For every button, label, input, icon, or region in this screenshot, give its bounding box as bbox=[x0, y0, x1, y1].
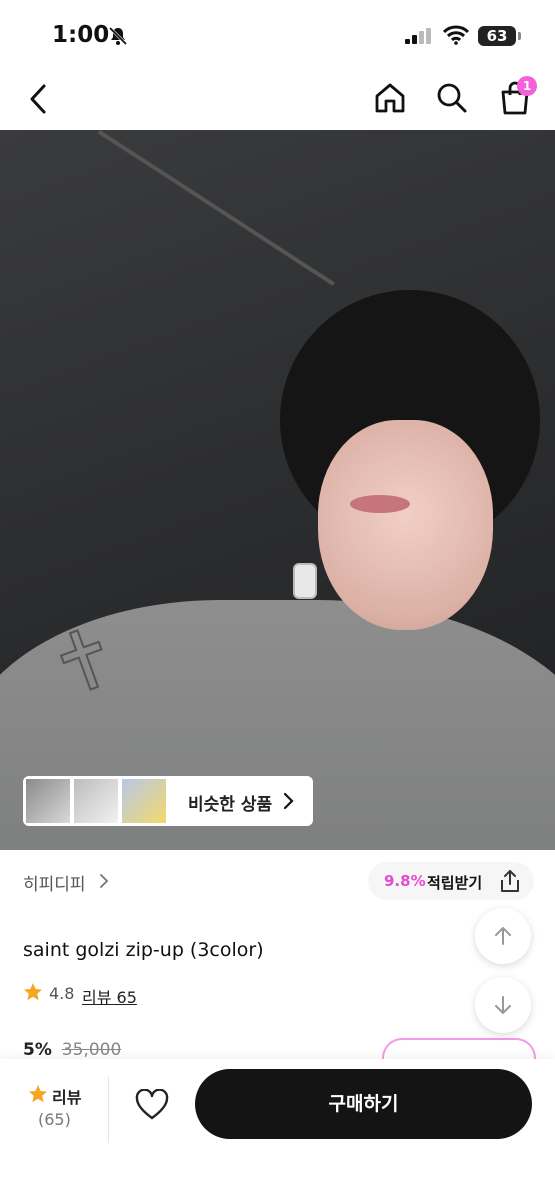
similar-products-label: 비슷한 상품 bbox=[188, 795, 273, 815]
arrow-up-icon bbox=[495, 927, 511, 945]
battery-indicator: 63 bbox=[478, 26, 516, 46]
pillow-seam bbox=[97, 130, 335, 286]
status-bar: 1:00 63 bbox=[0, 0, 555, 70]
cellular-signal-icon bbox=[405, 28, 433, 48]
home-icon[interactable] bbox=[373, 81, 407, 119]
review-count: (65) bbox=[38, 1110, 71, 1129]
wifi-icon bbox=[442, 25, 470, 49]
bell-muted-icon bbox=[108, 26, 128, 50]
scroll-down-button[interactable] bbox=[475, 977, 531, 1033]
buy-button[interactable]: 구매하기 bbox=[195, 1069, 532, 1139]
product-title: saint golzi zip-up (3color) bbox=[23, 939, 264, 961]
points-label: 적립받기 bbox=[427, 874, 483, 892]
star-icon bbox=[23, 982, 43, 1006]
brand-row: 히피디피 9.8% 적립받기 bbox=[0, 850, 555, 912]
cross-embroidery-graphic bbox=[40, 620, 150, 714]
discount-rate: 5% bbox=[23, 1040, 52, 1060]
scroll-up-button[interactable] bbox=[475, 908, 531, 964]
review-link[interactable]: 리뷰 65 bbox=[82, 984, 137, 1008]
status-time: 1:00 bbox=[52, 22, 110, 48]
similar-thumbnail bbox=[122, 779, 166, 823]
chevron-right-icon bbox=[282, 792, 294, 814]
divider bbox=[108, 1077, 109, 1143]
similar-products-button[interactable]: 비슷한 상품 bbox=[23, 776, 313, 826]
original-price: 35,000 bbox=[61, 1040, 122, 1060]
cart-count-badge: 1 bbox=[517, 76, 537, 96]
back-arrow-icon[interactable] bbox=[26, 82, 50, 120]
product-image[interactable]: 비슷한 상품 bbox=[0, 130, 555, 850]
price-row: 5% 35,000 bbox=[23, 1040, 121, 1060]
photo-face bbox=[318, 420, 493, 630]
star-icon[interactable] bbox=[28, 1084, 48, 1108]
share-icon[interactable] bbox=[497, 868, 523, 898]
chevron-right-icon[interactable] bbox=[99, 873, 109, 893]
arrow-down-icon bbox=[495, 996, 511, 1014]
rating-score: 4.8 bbox=[49, 984, 75, 1003]
top-nav: 1 bbox=[0, 70, 555, 130]
similar-thumbnail bbox=[26, 779, 70, 823]
similar-thumbnail bbox=[74, 779, 118, 823]
points-percent: 9.8% bbox=[384, 872, 426, 890]
photo-zipper bbox=[293, 563, 317, 599]
photo-lips bbox=[350, 495, 410, 513]
earn-points-button[interactable]: 9.8% 적립받기 bbox=[368, 862, 534, 900]
search-icon[interactable] bbox=[435, 81, 469, 119]
brand-link[interactable]: 히피디피 bbox=[23, 870, 86, 895]
battery-tip bbox=[518, 32, 521, 40]
bottom-action-bar: 리뷰 (65) 구매하기 bbox=[0, 1059, 555, 1200]
review-tab-label[interactable]: 리뷰 bbox=[52, 1084, 81, 1108]
heart-icon[interactable] bbox=[135, 1088, 169, 1125]
